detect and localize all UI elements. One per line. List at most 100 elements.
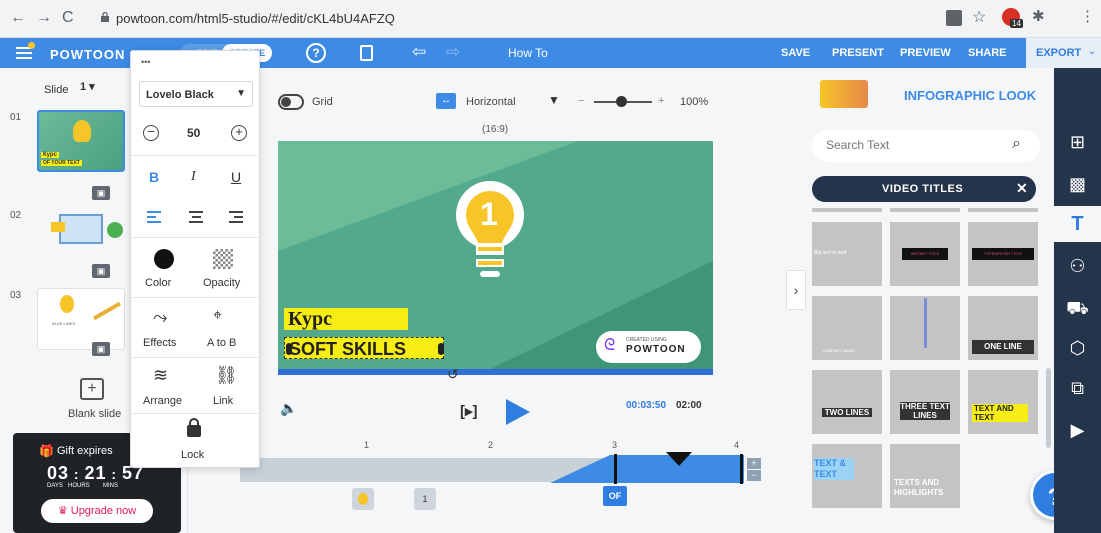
template-tile[interactable]: INSTANT TITLE [890,222,960,286]
grid-toggle[interactable] [278,94,304,110]
export-button[interactable]: EXPORT ⌄ [1026,38,1101,68]
collapse-panel-button[interactable]: › [786,270,806,310]
orientation-label[interactable]: Horizontal [466,96,516,108]
template-tile[interactable]: TYPEWRITER TITLE [968,222,1038,286]
slide-thumbnail-03[interactable]: BLUE LINES [37,288,125,350]
template-tile[interactable] [890,208,960,212]
link-icon[interactable]: ⛓ [215,365,238,386]
preview-button[interactable]: PREVIEW [900,47,951,59]
brand-logo[interactable]: POWTOON [50,47,125,62]
close-icon[interactable]: ✕ [1016,180,1028,197]
template-tile[interactable]: TEXT AND TEXT [968,370,1038,434]
template-tile[interactable]: TEXT & TEXT [812,444,882,508]
slide-options-button[interactable]: ▣ [92,264,110,278]
search-input[interactable] [826,138,996,152]
orientation-icon[interactable]: ↔ [436,93,456,109]
path-icon[interactable]: ⌖ [213,307,222,325]
effects-icon[interactable]: ⤳ [153,307,167,328]
background-pattern-icon[interactable]: ▩ [1054,166,1101,202]
color-swatch-icon[interactable] [154,249,174,269]
template-tile[interactable] [890,296,960,360]
panel-scrollbar[interactable] [1046,368,1051,448]
template-tile[interactable] [812,208,882,212]
template-tile[interactable]: THREE TEXT LINES [890,370,960,434]
menu-dots-icon[interactable]: ⋮ [1080,7,1095,25]
template-tile[interactable] [968,208,1038,212]
address-bar[interactable]: powtoon.com/html5-studio/#/edit/cKL4bU4A… [92,6,992,32]
star-icon[interactable]: ☆ [972,7,986,27]
font-size-increase-button[interactable]: + [231,125,247,141]
play-icon[interactable] [504,397,532,427]
font-select[interactable]: Lovelo Black ▼ [139,81,253,107]
slide-thumbnail-01[interactable]: Курс OF YOUR TEXT [37,110,125,172]
popup-menu-dots[interactable]: ••• [141,57,150,67]
present-button[interactable]: PRESENT [832,47,884,59]
zoom-out-button[interactable]: − [578,95,584,107]
template-tile[interactable]: TWO LINES [812,370,882,434]
look-title[interactable]: INFOGRAPHIC LOOK [904,88,1036,103]
timeline-item-text[interactable]: OF [603,486,627,506]
font-size-decrease-button[interactable]: − [143,125,159,141]
timeline-add-button[interactable]: + [747,458,761,469]
video-icon[interactable]: ▶ [1054,412,1101,448]
underline-button[interactable]: U [231,169,241,185]
volume-icon[interactable]: 🔈 [280,400,297,417]
rotate-handle-icon[interactable]: ↺ [447,366,459,383]
props-icon[interactable]: ⛟ [1054,290,1101,326]
notes-icon[interactable] [360,45,373,61]
template-tile[interactable]: TEXTS AND HIGHLIGHTS [890,444,960,508]
timeline-remove-button[interactable]: − [747,470,761,481]
timeline-playhead[interactable] [614,454,617,484]
upgrade-button[interactable]: ♛ Upgrade now [41,499,153,523]
blank-slide-label[interactable]: Blank slide [68,408,121,420]
layout-icon[interactable]: ⊞ [1054,124,1101,160]
slide-canvas[interactable]: 1 Курс SOFT SKILLS ᘓ CREATED USING POWTO… [278,141,713,375]
forward-icon[interactable]: → [36,9,52,27]
zoom-in-button[interactable]: + [658,95,664,107]
align-right-icon[interactable] [229,211,243,223]
media-icon[interactable]: ⧉ [1054,370,1101,406]
template-tile[interactable]: COMPANY NAME [812,296,882,360]
resize-handle-right[interactable] [438,343,444,355]
opacity-icon[interactable] [213,249,233,269]
undo-icon[interactable]: ⇦ [412,42,426,62]
infographic-look-thumbnail[interactable] [820,80,868,108]
save-button[interactable]: SAVE [781,47,810,59]
italic-button[interactable]: I [191,169,196,185]
canvas-title[interactable]: Курс [284,308,408,330]
zoom-slider-handle[interactable] [616,96,627,107]
share-button[interactable]: SHARE [968,47,1007,59]
timeline-marker-icon[interactable] [666,452,692,466]
orientation-dropdown-icon[interactable]: ▼ [548,93,560,107]
how-to-link[interactable]: How To [508,46,548,60]
arrange-icon[interactable]: ≋ [153,365,168,386]
reload-icon[interactable]: C [62,9,74,27]
lock-icon[interactable] [187,418,201,437]
resize-handle-left[interactable] [286,343,292,355]
timeline-end-marker[interactable] [740,454,743,484]
add-slide-icon[interactable]: + [80,378,104,400]
characters-icon[interactable]: ⚇ [1054,248,1101,284]
slide-select[interactable]: 1 ▾ [80,80,120,98]
align-left-icon[interactable] [147,211,161,223]
timeline-active-range[interactable] [550,455,744,483]
template-tile[interactable]: Big and to and [812,222,882,286]
timeline-item-number[interactable]: 1 [414,488,436,510]
back-icon[interactable]: ← [10,9,26,27]
slide-options-button[interactable]: ▣ [92,186,110,200]
redo-icon[interactable]: ⇨ [446,42,460,62]
bold-button[interactable]: B [149,169,159,185]
translate-icon[interactable] [946,10,962,26]
align-center-icon[interactable] [189,211,203,223]
font-size-value[interactable]: 50 [187,126,200,140]
puzzle-icon[interactable]: ✱ [1032,7,1045,25]
shapes-icon[interactable]: ⬡ [1054,330,1101,366]
slide-thumbnail-02[interactable] [37,208,125,270]
help-icon[interactable]: ? [306,43,326,63]
search-box[interactable]: ⌕ [812,130,1040,162]
text-tool-icon[interactable]: T [1054,206,1101,242]
category-chip[interactable]: VIDEO TITLES ✕ [812,176,1036,202]
timeline-item-bulb[interactable] [352,488,374,510]
canvas-subtitle[interactable]: SOFT SKILLS [284,337,444,359]
template-tile[interactable]: ONE LINE [968,296,1038,360]
